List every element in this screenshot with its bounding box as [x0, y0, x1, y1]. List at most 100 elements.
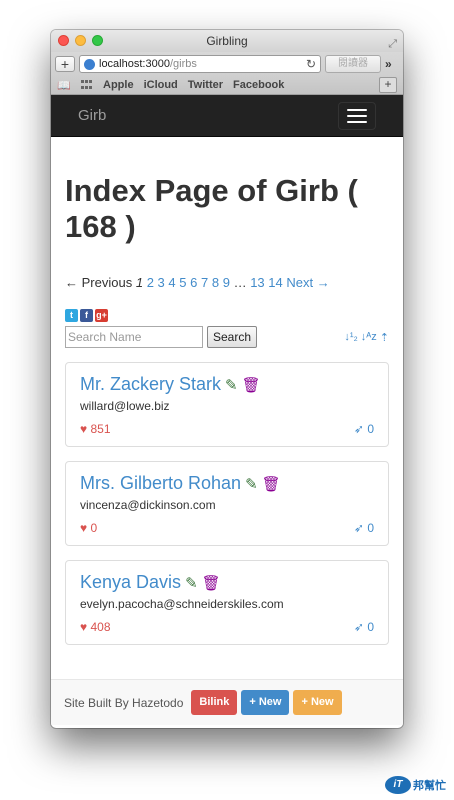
bilink-button[interactable]: Bilink [191, 690, 238, 715]
bookmark-icloud[interactable]: iCloud [144, 79, 178, 91]
watermark-text: 邦幫忙 [413, 780, 446, 792]
bookmarks-bar: 📖 Apple iCloud Twitter Facebook + [51, 76, 403, 95]
reload-icon[interactable]: ↻ [306, 57, 316, 71]
search-button[interactable]: Search [207, 326, 258, 348]
pagination-page[interactable]: 3 [158, 275, 165, 290]
girb-card: Mr. Zackery Stark ✎ 🗑 willard@lowe.biz ♥… [65, 362, 389, 447]
card-email: vincenza@dickinson.com [80, 498, 216, 512]
like-button[interactable]: ♥ 851 [80, 422, 111, 436]
card-name-link[interactable]: Mr. Zackery Stark [80, 374, 221, 395]
footer-credit: Site Built By Hazetodo [64, 695, 184, 710]
card-title-row: Mr. Zackery Stark ✎ 🗑 [80, 374, 374, 395]
heart-icon: ♥ [80, 422, 88, 436]
url-host: localhost:3000 [99, 58, 170, 70]
pagination-page[interactable]: 13 [250, 275, 264, 290]
trash-icon[interactable]: 🗑 [242, 376, 261, 394]
add-tab-button[interactable]: + [55, 56, 75, 72]
like-button[interactable]: ♥ 408 [80, 620, 111, 634]
sort-alpha-icon[interactable]: ↓ᴬz [361, 331, 377, 344]
hamburger-bar [347, 114, 367, 117]
window-controls [58, 35, 103, 46]
heart-icon: ♥ [80, 521, 88, 535]
url-path: /girbs [169, 58, 197, 70]
edit-icon[interactable]: ✎ [225, 376, 238, 394]
zoom-window-button[interactable] [92, 35, 103, 46]
card-name-link[interactable]: Kenya Davis [80, 572, 181, 593]
like-count: 851 [90, 422, 111, 436]
app-navbar: Girb [51, 95, 403, 137]
card-footer: ♥ 0 ➶ 0 [80, 521, 374, 535]
launch-count: 0 [367, 521, 374, 535]
trash-icon[interactable]: 🗑 [202, 574, 221, 592]
pagination: ← Previous 1 2 3 4 5 6 7 8 9 … 13 14 Nex… [65, 275, 389, 290]
launch-count: 0 [367, 422, 374, 436]
like-count: 0 [90, 521, 98, 535]
facebook-icon[interactable]: f [80, 309, 93, 322]
rocket-icon: ➶ [353, 422, 364, 436]
main-content: Index Page of Girb ( 168 ) ← Previous 1 … [51, 137, 403, 679]
minimize-window-button[interactable] [75, 35, 86, 46]
address-bar[interactable]: localhost:3000/girbs ↻ [79, 55, 321, 73]
chevron-double-right-icon[interactable]: » [385, 57, 392, 71]
search-input[interactable] [65, 326, 203, 348]
girb-card: Mrs. Gilberto Rohan ✎ 🗑 vincenza@dickins… [65, 461, 389, 546]
bookmark-twitter[interactable]: Twitter [188, 79, 223, 91]
card-email: evelyn.pacocha@schneiderskiles.com [80, 597, 284, 611]
bookmark-facebook[interactable]: Facebook [233, 79, 284, 91]
sort-top-icon[interactable]: ⇡ [380, 331, 389, 344]
twitter-icon[interactable]: t [65, 309, 78, 322]
pagination-page[interactable]: 7 [201, 275, 208, 290]
new-tab-button[interactable]: + [379, 77, 397, 93]
card-email: willard@lowe.biz [80, 399, 170, 413]
window-title: Girbling [206, 34, 248, 48]
pagination-page[interactable]: 6 [190, 275, 197, 290]
new-button-blue[interactable]: + New [241, 690, 290, 715]
pagination-current: 1 [135, 275, 144, 290]
pagination-page[interactable]: 5 [179, 275, 186, 290]
launch-button[interactable]: ➶ 0 [354, 422, 374, 436]
edit-icon[interactable]: ✎ [245, 475, 258, 493]
page-title: Index Page of Girb ( 168 ) [65, 173, 358, 244]
trash-icon[interactable]: 🗑 [262, 475, 281, 493]
pagination-page[interactable]: 8 [212, 275, 219, 290]
close-window-button[interactable] [58, 35, 69, 46]
new-button-orange[interactable]: + New [293, 690, 342, 715]
hamburger-bar [347, 108, 367, 111]
rocket-icon: ➶ [353, 620, 364, 634]
card-footer: ♥ 408 ➶ 0 [80, 620, 374, 634]
girb-card: Kenya Davis ✎ 🗑 evelyn.pacocha@schneider… [65, 560, 389, 645]
pagination-page[interactable]: 14 [268, 275, 282, 290]
like-count: 408 [90, 620, 111, 634]
card-title-row: Mrs. Gilberto Rohan ✎ 🗑 [80, 473, 374, 494]
pagination-gap: … [233, 275, 247, 290]
globe-icon [84, 58, 95, 70]
reader-button[interactable]: 閱讀器 [325, 55, 381, 73]
pagination-previous: ← Previous [65, 275, 133, 290]
site-footer: Site Built By Hazetodo Bilink + New + Ne… [51, 679, 403, 725]
social-share: t f g+ [65, 309, 389, 322]
card-title-row: Kenya Davis ✎ 🗑 [80, 572, 374, 593]
search-row: Search ↓¹₂ ↓ᴬz ⇡ [65, 326, 389, 348]
sort-numeric-icon[interactable]: ↓¹₂ [344, 331, 357, 344]
title-bar: Girbling ⤢ [51, 30, 403, 52]
grid-icon[interactable] [81, 80, 93, 90]
sort-controls: ↓¹₂ ↓ᴬz ⇡ [344, 331, 389, 344]
launch-button[interactable]: ➶ 0 [354, 521, 374, 535]
book-icon[interactable]: 📖 [57, 79, 71, 92]
card-footer: ♥ 851 ➶ 0 [80, 422, 374, 436]
heart-icon: ♥ [80, 620, 88, 634]
bookmark-apple[interactable]: Apple [103, 79, 134, 91]
launch-button[interactable]: ➶ 0 [354, 620, 374, 634]
hamburger-bar [347, 120, 367, 123]
card-name-link[interactable]: Mrs. Gilberto Rohan [80, 473, 241, 494]
hamburger-menu-button[interactable] [338, 101, 376, 130]
google-plus-icon[interactable]: g+ [95, 309, 108, 322]
pagination-next[interactable]: Next → [286, 275, 329, 290]
navbar-brand[interactable]: Girb [78, 107, 106, 124]
pagination-page[interactable]: 9 [223, 275, 230, 290]
like-button[interactable]: ♥ 0 [80, 521, 97, 535]
pagination-page[interactable]: 2 [147, 275, 154, 290]
edit-icon[interactable]: ✎ [185, 574, 198, 592]
browser-window: Girbling ⤢ + localhost:3000/girbs ↻ 閱讀器 … [51, 30, 403, 728]
pagination-page[interactable]: 4 [168, 275, 175, 290]
